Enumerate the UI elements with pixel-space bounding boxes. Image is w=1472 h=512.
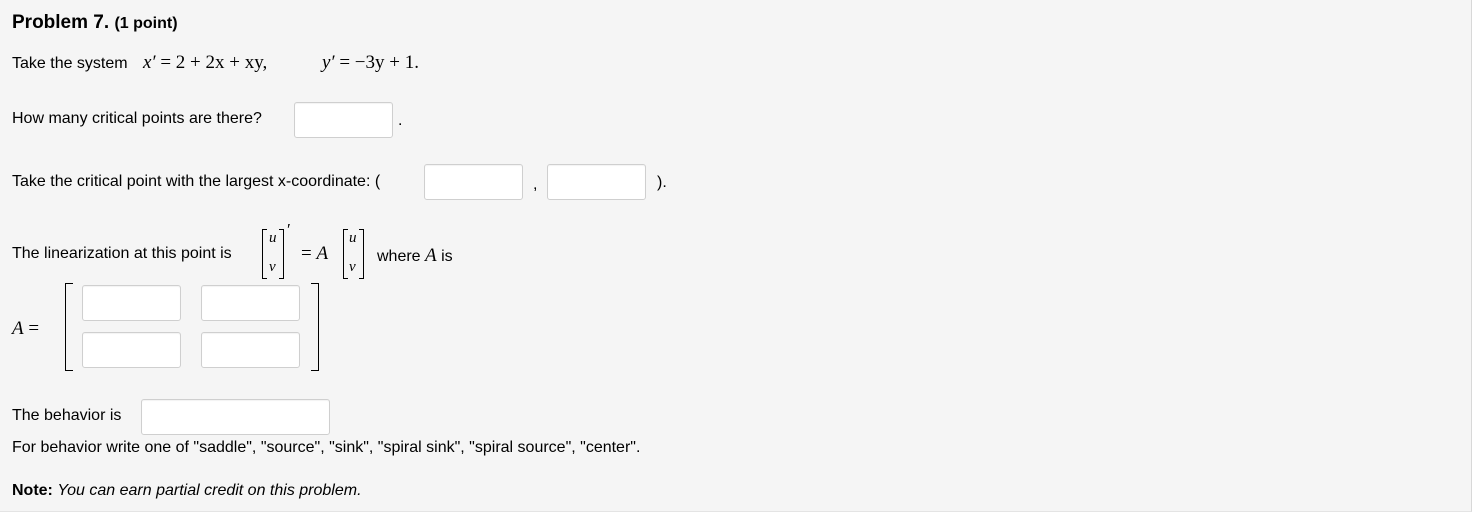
q1-label: How many critical points are there?: [12, 110, 262, 127]
matrix-a22-input[interactable]: [201, 332, 300, 368]
critical-points-count-input[interactable]: [294, 102, 393, 138]
system-equation-y: y′ = −3y + 1.: [322, 52, 419, 73]
behavior-instructions: For behavior write one of "saddle", "sou…: [12, 439, 641, 456]
matrix-a12-input[interactable]: [201, 285, 300, 321]
equals-A: = A: [301, 243, 329, 264]
q2-comma: ,: [533, 176, 538, 193]
vector-u: u: [269, 230, 277, 246]
matrix-right-bracket: [311, 283, 319, 371]
linearization-label: The linearization at this point is: [12, 245, 232, 262]
vector-v: v: [349, 259, 356, 275]
behavior-label: The behavior is: [12, 407, 122, 424]
system-equation-x: x′ = 2 + 2x + xy,: [143, 52, 268, 73]
problem-points: (1 point): [114, 15, 178, 32]
q1-period: .: [398, 112, 403, 129]
q2-label: Take the critical point with the largest…: [12, 173, 381, 190]
matrix-a11-input[interactable]: [82, 285, 181, 321]
critical-point-x-input[interactable]: [424, 164, 523, 200]
vector-u: u: [349, 230, 357, 246]
q2-close: ).: [657, 174, 667, 191]
system-prefix: Take the system: [12, 55, 128, 72]
where-A-is: where A is: [377, 245, 453, 266]
matrix-label: A =: [12, 318, 40, 339]
problem-title: Problem 7. (1 point): [12, 12, 178, 33]
partial-credit-note: Note: You can earn partial credit on thi…: [12, 482, 362, 500]
note-text: You can earn partial credit on this prob…: [57, 482, 362, 499]
behavior-input[interactable]: [141, 399, 330, 435]
matrix-a21-input[interactable]: [82, 332, 181, 368]
vector-v: v: [269, 259, 276, 275]
note-label: Note:: [12, 482, 53, 499]
matrix-left-bracket: [65, 283, 73, 371]
prime-mark: ′: [287, 220, 291, 239]
critical-point-y-input[interactable]: [547, 164, 646, 200]
